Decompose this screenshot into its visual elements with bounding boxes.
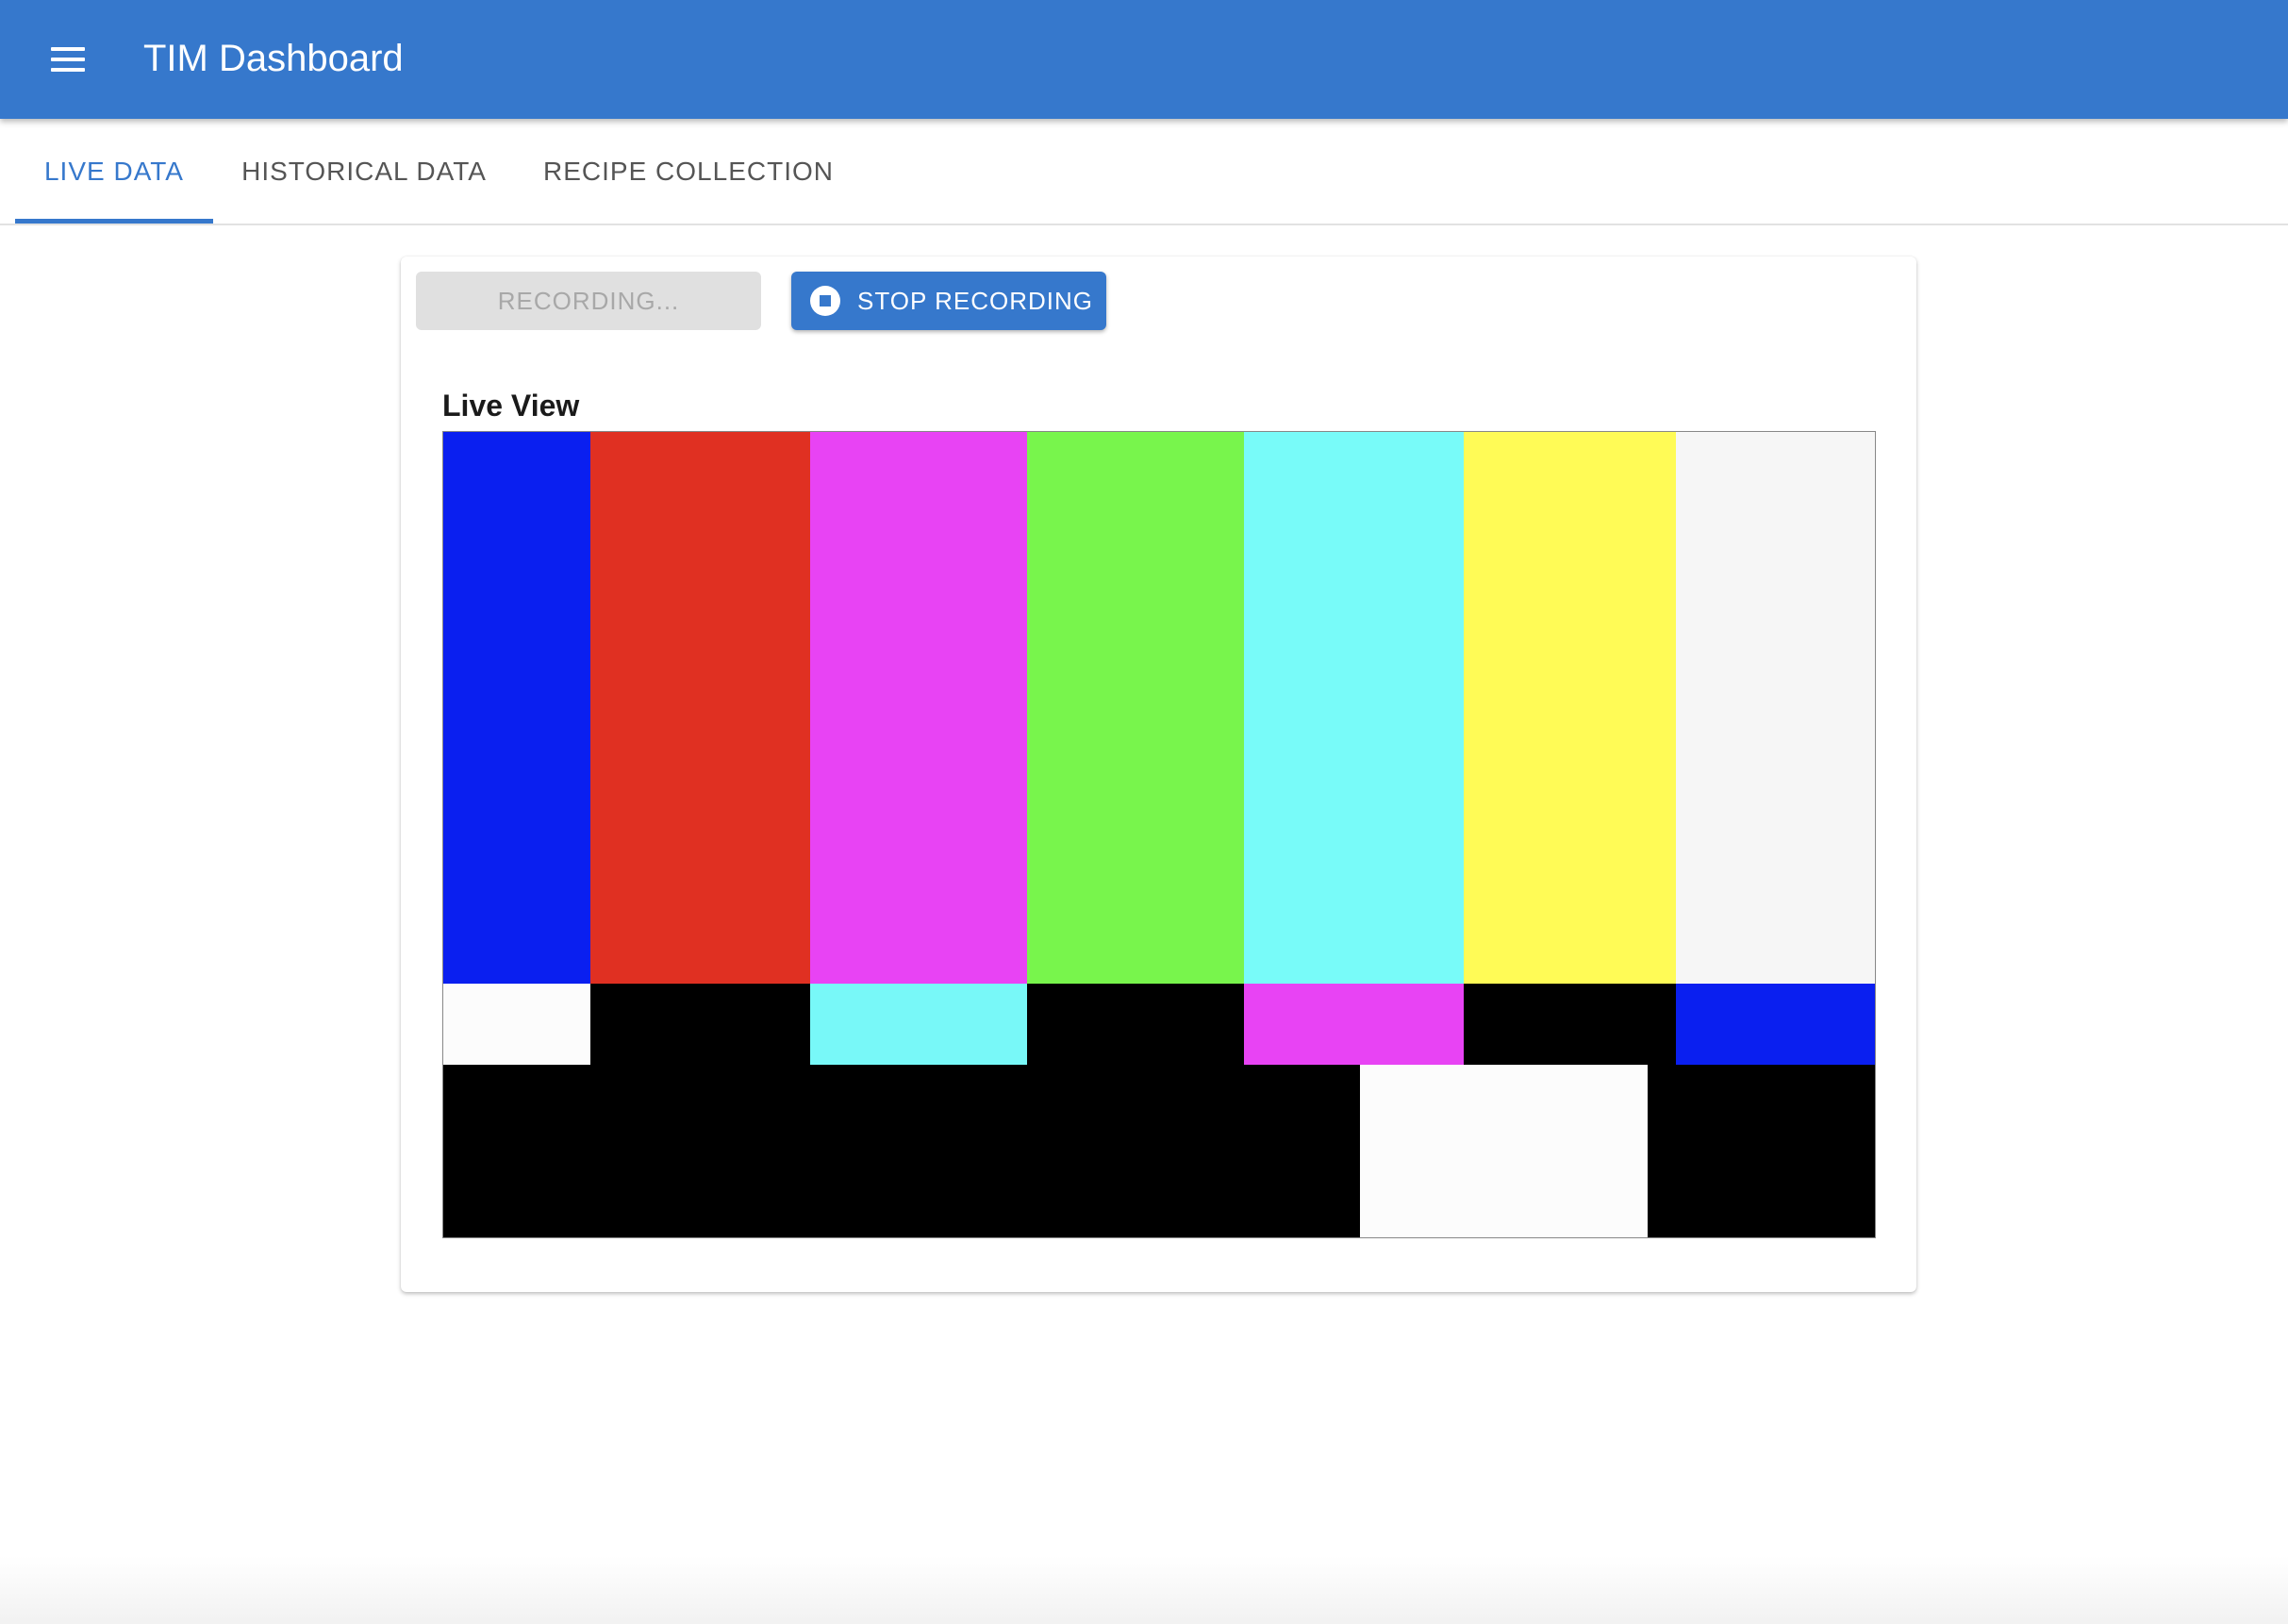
stop-recording-label: STOP RECORDING	[857, 286, 1093, 315]
live-view-title: Live View	[442, 389, 580, 423]
color-bar-red	[590, 432, 810, 984]
recording-button[interactable]: RECORDING...	[416, 272, 761, 330]
strip-black	[1464, 984, 1676, 1065]
color-bar-blue	[443, 432, 590, 984]
app-bar: TIM Dashboard	[0, 0, 2288, 119]
bottom-white-block	[1360, 1065, 1648, 1237]
app-title: TIM Dashboard	[143, 38, 404, 79]
color-bar-yellow	[1464, 432, 1676, 984]
strip-cyan	[810, 984, 1027, 1065]
strip-white	[443, 984, 590, 1065]
bottom-shadow	[0, 1556, 2288, 1624]
active-tab-indicator	[15, 219, 213, 224]
tab-historical-data[interactable]: HISTORICAL DATA	[228, 119, 500, 224]
tab-bar: LIVE DATA HISTORICAL DATA RECIPE COLLECT…	[0, 119, 2288, 225]
color-bar-green	[1027, 432, 1244, 984]
stop-circle-icon	[810, 286, 840, 316]
strip-black	[590, 984, 810, 1065]
tab-recipe-collection[interactable]: RECIPE COLLECTION	[530, 119, 847, 224]
color-bar-white	[1676, 432, 1875, 984]
color-bar-magenta	[810, 432, 1027, 984]
live-data-card: RECORDING... STOP RECORDING Live View	[401, 257, 1916, 1292]
menu-icon[interactable]	[43, 40, 92, 79]
color-bar-cyan	[1244, 432, 1464, 984]
strip-black	[1027, 984, 1244, 1065]
stop-recording-button[interactable]: STOP RECORDING	[791, 272, 1106, 330]
tab-live-data[interactable]: LIVE DATA	[15, 119, 213, 224]
strip-blue	[1676, 984, 1875, 1065]
live-view-image	[442, 431, 1876, 1238]
strip-magenta	[1244, 984, 1464, 1065]
